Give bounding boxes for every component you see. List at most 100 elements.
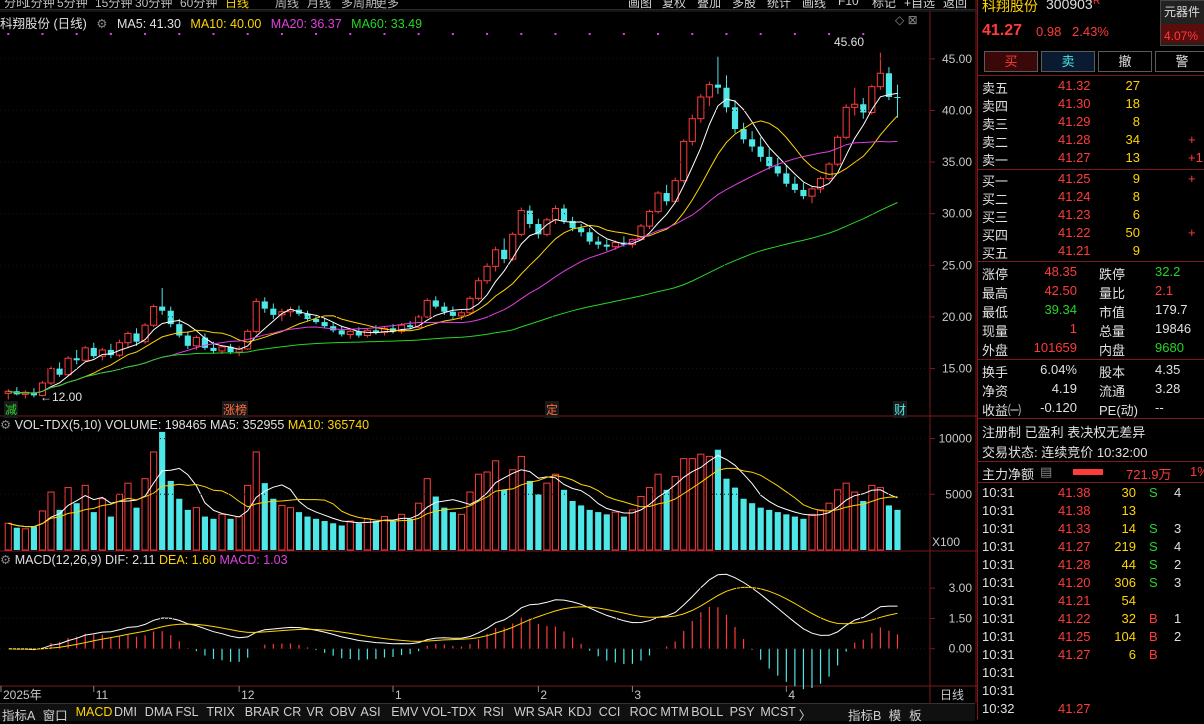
indicator-tab[interactable]: BOLL bbox=[691, 705, 723, 719]
order-book-row[interactable]: 卖四 41.30 18 bbox=[978, 96, 1204, 114]
volume-bar bbox=[783, 514, 790, 550]
stat-value: -- bbox=[1155, 400, 1164, 415]
stock-tags: 注册制 已盈利 表决权无差异 bbox=[978, 422, 1204, 440]
candle-body bbox=[611, 242, 619, 248]
sector-box[interactable]: 元器件 4.07% bbox=[1160, 0, 1204, 46]
indicator-tab[interactable]: BRAR bbox=[245, 705, 280, 719]
order-book-row[interactable]: 买四 41.22 50 + bbox=[978, 225, 1204, 243]
order-book-row[interactable]: 卖二 41.28 34 + bbox=[978, 132, 1204, 150]
candle-body bbox=[834, 136, 842, 165]
volume-bar bbox=[637, 496, 645, 551]
volume-header: ⚙ VOL-TDX(5,10) VOLUME: 198465 MA5: 3529… bbox=[0, 417, 369, 432]
indicator-tab[interactable]: ASI bbox=[360, 705, 380, 719]
main-flow-row: 主力净额 ▤ 721.9万 1% bbox=[978, 464, 1204, 482]
order-book-row[interactable]: 买五 41.21 9 bbox=[978, 243, 1204, 261]
candle-body bbox=[150, 306, 158, 326]
indicator-tab[interactable]: CCI bbox=[599, 705, 621, 719]
macd-tick-label: 0.00 bbox=[949, 642, 973, 656]
volume-bar bbox=[124, 482, 132, 551]
tick-time: 10:31 bbox=[982, 521, 1015, 536]
order-price: 41.28 bbox=[1058, 132, 1091, 147]
stat-row: 净资 4.19 流通 3.28 bbox=[978, 381, 1204, 399]
event-dot bbox=[828, 33, 831, 35]
quote-panel: 科翔股份 300903 R 41.27 0.98 2.43% 元器件 4.07%… bbox=[977, 0, 1204, 720]
stat-value: 48.35 bbox=[1044, 264, 1077, 279]
list-icon[interactable]: ▤ bbox=[1040, 464, 1052, 480]
divider bbox=[978, 75, 1204, 76]
volume-bar bbox=[278, 504, 286, 551]
indicator-tab[interactable]: VOL-TDX bbox=[422, 705, 476, 719]
indicator-tab[interactable]: ROC bbox=[630, 705, 658, 719]
indicator-tab[interactable]: DMA bbox=[145, 705, 173, 719]
event-marker[interactable]: 减 bbox=[4, 401, 19, 418]
indicator-tab[interactable]: SAR bbox=[537, 705, 563, 719]
indicator-tab[interactable]: MACD bbox=[76, 705, 113, 719]
indicator-tab[interactable]: 指标A bbox=[2, 705, 35, 724]
event-marker[interactable]: 定 bbox=[545, 401, 560, 418]
candle-body bbox=[645, 211, 654, 227]
candle-body bbox=[842, 106, 850, 138]
indicator-tab[interactable]: WR bbox=[514, 705, 535, 719]
tick-volume: 219 bbox=[1114, 539, 1136, 554]
candle-body bbox=[192, 337, 200, 347]
candle-body bbox=[705, 84, 713, 98]
volume-bar bbox=[286, 507, 295, 551]
volume-bar bbox=[620, 516, 627, 550]
indicator-tab[interactable]: PSY bbox=[730, 705, 755, 719]
tick-time: 10:31 bbox=[982, 503, 1015, 518]
indicator-tab[interactable]: TRIX bbox=[206, 705, 234, 719]
divider bbox=[978, 261, 1204, 262]
indicator-tab[interactable]: FSL bbox=[176, 705, 199, 719]
order-volume: 18 bbox=[1125, 96, 1140, 111]
candle-body bbox=[714, 84, 721, 88]
settings-icon[interactable]: ⚙ bbox=[0, 553, 11, 567]
time-tick-label: 4 bbox=[788, 688, 795, 702]
alert-button[interactable]: 警 bbox=[1155, 51, 1204, 72]
order-book-row[interactable]: 卖一 41.27 13 +1 bbox=[978, 150, 1204, 168]
indicator-tab[interactable]: 〉 bbox=[799, 705, 812, 724]
event-marker[interactable]: 涨榜 bbox=[222, 401, 249, 418]
candle-body bbox=[578, 228, 585, 233]
order-book-row[interactable]: 买三 41.23 6 bbox=[978, 207, 1204, 225]
tick-row: 10:31 41.27 6 B bbox=[978, 647, 1204, 665]
order-book-row[interactable]: 卖三 41.29 8 bbox=[978, 114, 1204, 132]
tick-volume: 306 bbox=[1114, 575, 1136, 590]
indicator-tab[interactable]: 板 bbox=[909, 705, 922, 724]
kline-chart[interactable]: 45.0040.0035.0030.0025.0020.0015.00 1000… bbox=[0, 0, 977, 703]
buy-button[interactable]: 买 bbox=[984, 51, 1038, 72]
stat-label: 跌停 bbox=[1099, 267, 1126, 282]
candle-body bbox=[81, 347, 89, 361]
event-marker[interactable]: 财 bbox=[893, 401, 908, 418]
indicator-tab[interactable]: EMV bbox=[391, 705, 418, 719]
candle-body bbox=[808, 188, 816, 197]
stat-value: 2.1 bbox=[1155, 283, 1174, 298]
indicator-tab[interactable]: MCST bbox=[760, 705, 795, 719]
volume-bar bbox=[150, 451, 158, 551]
volume-bar bbox=[671, 475, 679, 551]
indicator-tab[interactable]: 窗口 bbox=[43, 705, 68, 724]
indicator-tab[interactable]: CR bbox=[283, 705, 301, 719]
stat-value: 6.04% bbox=[1040, 362, 1077, 377]
price-tick-label: 20.00 bbox=[942, 310, 972, 324]
cancel-order-button[interactable]: 撤 bbox=[1098, 51, 1152, 72]
indicator-tab[interactable]: KDJ bbox=[568, 705, 592, 719]
volume-bar bbox=[218, 513, 226, 551]
indicator-tab[interactable]: DMI bbox=[114, 705, 137, 719]
indicator-tab[interactable]: 指标B bbox=[848, 705, 881, 724]
indicator-tab[interactable]: OBV bbox=[330, 705, 356, 719]
event-dot bbox=[486, 33, 489, 35]
indicator-tab[interactable]: 模 bbox=[889, 705, 902, 724]
volume-bar bbox=[543, 482, 551, 551]
sector-name: 元器件 bbox=[1164, 5, 1201, 19]
settings-icon[interactable]: ⚙ bbox=[0, 418, 11, 432]
order-book-row[interactable]: 买二 41.24 8 bbox=[978, 189, 1204, 207]
order-volume: 8 bbox=[1132, 189, 1140, 204]
tick-direction: S bbox=[1149, 575, 1158, 590]
sell-button[interactable]: 卖 bbox=[1041, 51, 1095, 72]
order-book-row[interactable]: 买一 41.25 9 + bbox=[978, 171, 1204, 189]
order-book-row[interactable]: 卖五 41.32 27 bbox=[978, 78, 1204, 96]
indicator-tab[interactable]: RSI bbox=[483, 705, 504, 719]
indicator-tab[interactable]: VR bbox=[306, 705, 323, 719]
order-level-label: 卖二 bbox=[982, 135, 1009, 150]
indicator-tab[interactable]: MTM bbox=[660, 705, 688, 719]
